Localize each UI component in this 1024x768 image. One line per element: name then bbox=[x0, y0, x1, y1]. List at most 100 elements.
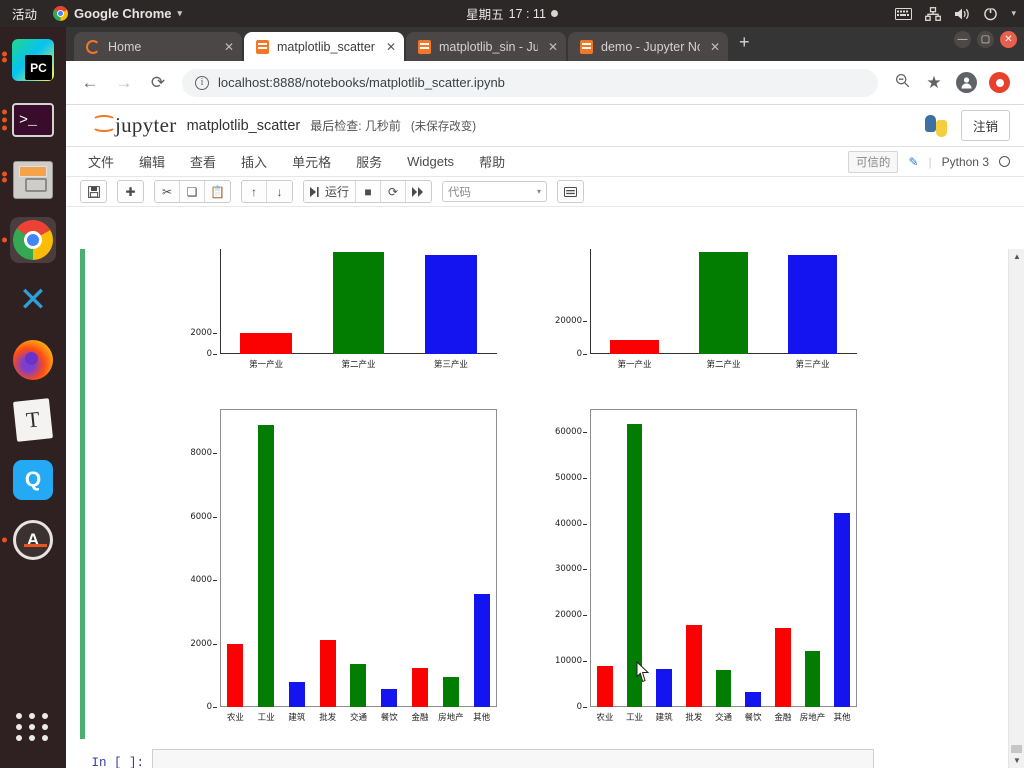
jupyter-logo[interactable]: jupyter bbox=[92, 113, 177, 138]
menu-kernel[interactable]: 服务 bbox=[356, 152, 382, 171]
close-icon[interactable]: ✕ bbox=[384, 40, 398, 54]
keyboard-icon[interactable] bbox=[895, 7, 913, 20]
vertical-scrollbar[interactable]: ▲ ▼ bbox=[1008, 249, 1024, 768]
forward-button[interactable]: → bbox=[114, 73, 134, 93]
toolbar-group-edit: ✂ ❏ 📋 bbox=[154, 180, 231, 203]
logout-button[interactable]: 注销 bbox=[960, 110, 1010, 141]
y-axis-line bbox=[220, 249, 221, 354]
restart-and-run-all-button[interactable] bbox=[406, 181, 432, 202]
run-cell-button[interactable]: 运行 bbox=[304, 181, 357, 202]
x-axis-tick-label: 批发 bbox=[685, 713, 703, 723]
chevron-down-icon[interactable]: ▾ bbox=[1011, 8, 1016, 19]
dock-item-files[interactable] bbox=[2, 157, 56, 203]
dock-item-blue-app[interactable]: Q bbox=[10, 457, 56, 503]
cell-type-select[interactable]: 代码 ▾ bbox=[442, 181, 548, 202]
cut-cell-button[interactable]: ✂ bbox=[155, 181, 180, 202]
tab-title: demo - Jupyter Not bbox=[601, 39, 700, 54]
notebook-input-cell[interactable]: In [ ]: bbox=[80, 749, 874, 768]
scroll-down-button[interactable]: ▼ bbox=[1009, 753, 1024, 768]
close-icon[interactable]: ✕ bbox=[222, 40, 236, 54]
toolbar-group-insert: ✚ bbox=[117, 180, 144, 203]
browser-tab-demo[interactable]: demo - Jupyter Not ✕ bbox=[568, 32, 728, 61]
x-axis-tick-label: 餐饮 bbox=[380, 713, 398, 723]
paste-cell-button[interactable]: 📋 bbox=[205, 181, 230, 202]
notebook-name[interactable]: matplotlib_scatter bbox=[187, 118, 301, 134]
selected-output-cell[interactable]: 0 2000 第一产业 第二产业 第三产业 0 20000 第一产业 第二产业 第三产业 bbox=[80, 249, 910, 739]
x-axis-tick-label: 建筑 bbox=[288, 713, 306, 723]
move-cell-up-button[interactable]: ↑ bbox=[242, 181, 267, 202]
close-icon[interactable]: ✕ bbox=[708, 40, 722, 54]
zoom-out-icon[interactable] bbox=[892, 73, 912, 93]
bar-建筑 bbox=[288, 682, 305, 707]
dock-item-text-editor[interactable]: T bbox=[10, 397, 56, 443]
maximize-button[interactable]: ▢ bbox=[977, 31, 994, 48]
jupyter-kernel-status: 可信的 ✎ | Python 3 bbox=[847, 150, 1024, 173]
show-applications-button[interactable] bbox=[10, 704, 56, 750]
profile-avatar[interactable] bbox=[956, 72, 977, 93]
activities-button[interactable]: 活动 bbox=[0, 4, 47, 23]
bar-工业 bbox=[258, 424, 275, 707]
last-checkpoint: 最后检查: 几秒前 bbox=[310, 119, 401, 133]
chart-bottom-left: 0 2000 4000 6000 8000 农业 工业 建筑 批发 交通 餐饮 金融 房地产 其他 bbox=[185, 409, 515, 729]
move-cell-down-button[interactable]: ↓ bbox=[267, 181, 292, 202]
network-icon[interactable] bbox=[925, 6, 942, 21]
bar-金融 bbox=[412, 667, 429, 707]
edit-pencil-icon[interactable]: ✎ bbox=[908, 155, 918, 169]
close-icon[interactable]: ✕ bbox=[546, 40, 560, 54]
code-editor-input[interactable] bbox=[152, 749, 874, 768]
menu-cell[interactable]: 单元格 bbox=[292, 152, 331, 171]
x-axis-tick-label: 工业 bbox=[257, 713, 275, 723]
dock-item-firefox[interactable] bbox=[10, 337, 56, 383]
minimize-button[interactable]: — bbox=[954, 31, 971, 48]
extension-icon[interactable] bbox=[989, 72, 1010, 93]
command-palette-button[interactable] bbox=[558, 181, 584, 202]
power-icon[interactable] bbox=[983, 6, 998, 21]
x-axis-tick-label: 第二产业 bbox=[341, 360, 376, 370]
menu-edit[interactable]: 编辑 bbox=[139, 152, 165, 171]
y-axis-tick-label: 30000 bbox=[554, 564, 588, 575]
y-axis-tick-label: 0 bbox=[206, 702, 218, 712]
new-tab-button[interactable]: + bbox=[730, 32, 759, 57]
scroll-up-button[interactable]: ▲ bbox=[1009, 249, 1024, 264]
menu-file[interactable]: 文件 bbox=[88, 152, 114, 171]
menu-help[interactable]: 帮助 bbox=[479, 152, 505, 171]
back-button[interactable]: ← bbox=[80, 73, 100, 93]
dock-item-ubuntu-software[interactable]: A bbox=[2, 517, 56, 563]
browser-tab-matplotlib-sin[interactable]: matplotlib_sin - Jup ✕ bbox=[406, 32, 566, 61]
y-axis-tick-label: 20000 bbox=[554, 316, 588, 327]
dock-item-terminal[interactable]: >_ bbox=[2, 97, 56, 143]
restart-kernel-button[interactable]: ⟳ bbox=[381, 181, 407, 202]
menu-insert[interactable]: 插入 bbox=[241, 152, 267, 171]
dock-item-pycharm[interactable] bbox=[2, 37, 56, 83]
jupyter-notebook-page: jupyter matplotlib_scatter 最后检查: 几秒前 (未保… bbox=[66, 105, 1024, 768]
y-axis-tick-label: 4000 bbox=[190, 575, 217, 586]
cell-type-value: 代码 bbox=[448, 186, 472, 199]
browser-tab-matplotlib-scatter[interactable]: matplotlib_scatter ✕ bbox=[244, 32, 404, 61]
dock-item-vscode[interactable]: ✕ bbox=[10, 277, 56, 323]
bar-餐饮 bbox=[745, 692, 761, 707]
menu-view[interactable]: 查看 bbox=[190, 152, 216, 171]
interrupt-kernel-button[interactable]: ■ bbox=[356, 181, 382, 202]
site-info-icon[interactable]: i bbox=[195, 75, 209, 90]
bookmark-icon[interactable]: ★ bbox=[924, 73, 944, 93]
x-axis-tick-label: 交通 bbox=[349, 713, 368, 723]
bar-批发 bbox=[319, 639, 336, 707]
bar-交通 bbox=[715, 670, 732, 707]
dock-item-google-chrome[interactable] bbox=[2, 217, 56, 263]
topbar-app-menu[interactable]: Google Chrome ▾ bbox=[47, 6, 188, 21]
browser-tab-home[interactable]: Home ✕ bbox=[74, 32, 242, 61]
copy-cell-button[interactable]: ❏ bbox=[180, 181, 205, 202]
menu-widgets[interactable]: Widgets bbox=[407, 154, 454, 169]
volume-icon[interactable] bbox=[954, 7, 970, 21]
plot-area: 0 20000 第一产业 第二产业 第三产业 bbox=[555, 249, 857, 370]
address-bar[interactable]: i localhost:8888/notebooks/matplotlib_sc… bbox=[182, 68, 878, 97]
save-button[interactable] bbox=[81, 181, 106, 202]
notebook-scroll-area[interactable]: 0 2000 第一产业 第二产业 第三产业 0 20000 第一产业 第二产业 第三产业 bbox=[66, 249, 1024, 768]
trusted-badge[interactable]: 可信的 bbox=[847, 150, 899, 173]
mouse-cursor bbox=[636, 660, 650, 683]
reload-button[interactable]: ⟳ bbox=[148, 73, 168, 93]
insert-cell-below-button[interactable]: ✚ bbox=[118, 181, 143, 202]
close-window-button[interactable]: ✕ bbox=[1000, 31, 1017, 48]
bar-农业 bbox=[597, 665, 613, 707]
y-axis-tick-label: 0 bbox=[576, 702, 588, 712]
